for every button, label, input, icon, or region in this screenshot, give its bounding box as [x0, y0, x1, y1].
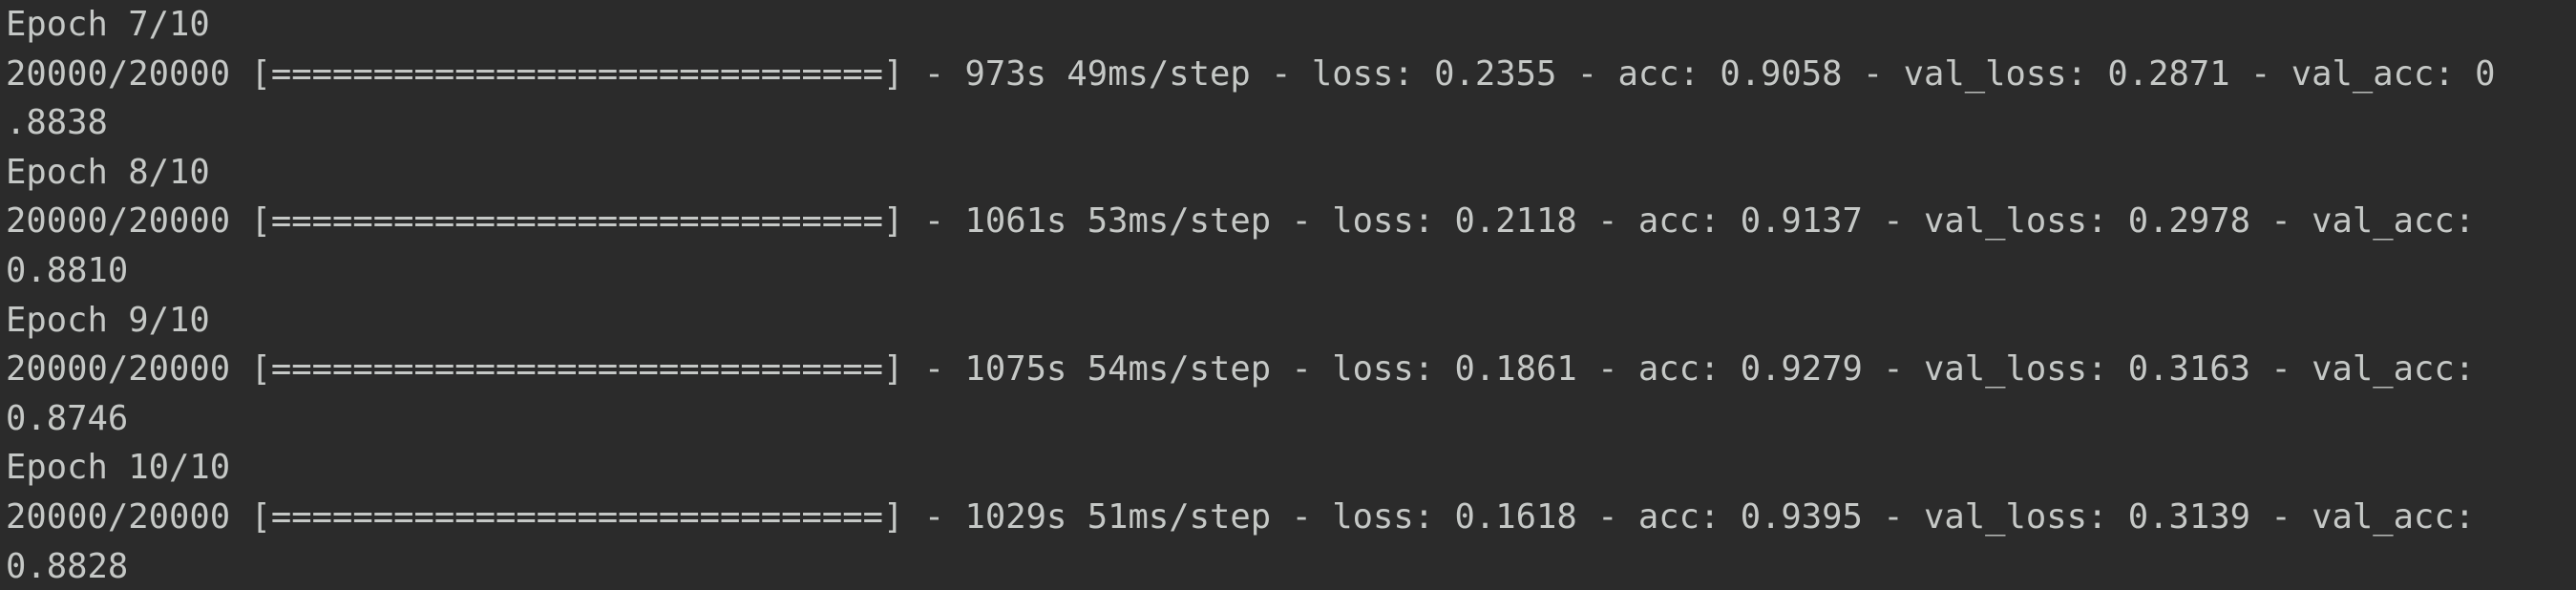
progress-line: 20000/20000 [===========================…: [6, 496, 2476, 537]
progress-line-wrap: .8838: [6, 103, 108, 143]
progress-line-wrap: 0.8746: [6, 398, 129, 438]
progress-line: 20000/20000 [===========================…: [6, 201, 2476, 242]
epoch-header: Epoch 10/10: [6, 448, 231, 488]
progress-line-wrap: 0.8810: [6, 250, 129, 290]
progress-line: 20000/20000 [===========================…: [6, 349, 2476, 390]
progress-line: 20000/20000 [===========================…: [6, 53, 2496, 94]
epoch-header: Epoch 7/10: [6, 5, 210, 44]
epoch-header: Epoch 8/10: [6, 152, 210, 192]
epoch-header: Epoch 9/10: [6, 300, 210, 340]
progress-line-wrap: 0.8828: [6, 546, 129, 586]
terminal-output: Epoch 7/10 20000/20000 [================…: [0, 0, 2576, 590]
